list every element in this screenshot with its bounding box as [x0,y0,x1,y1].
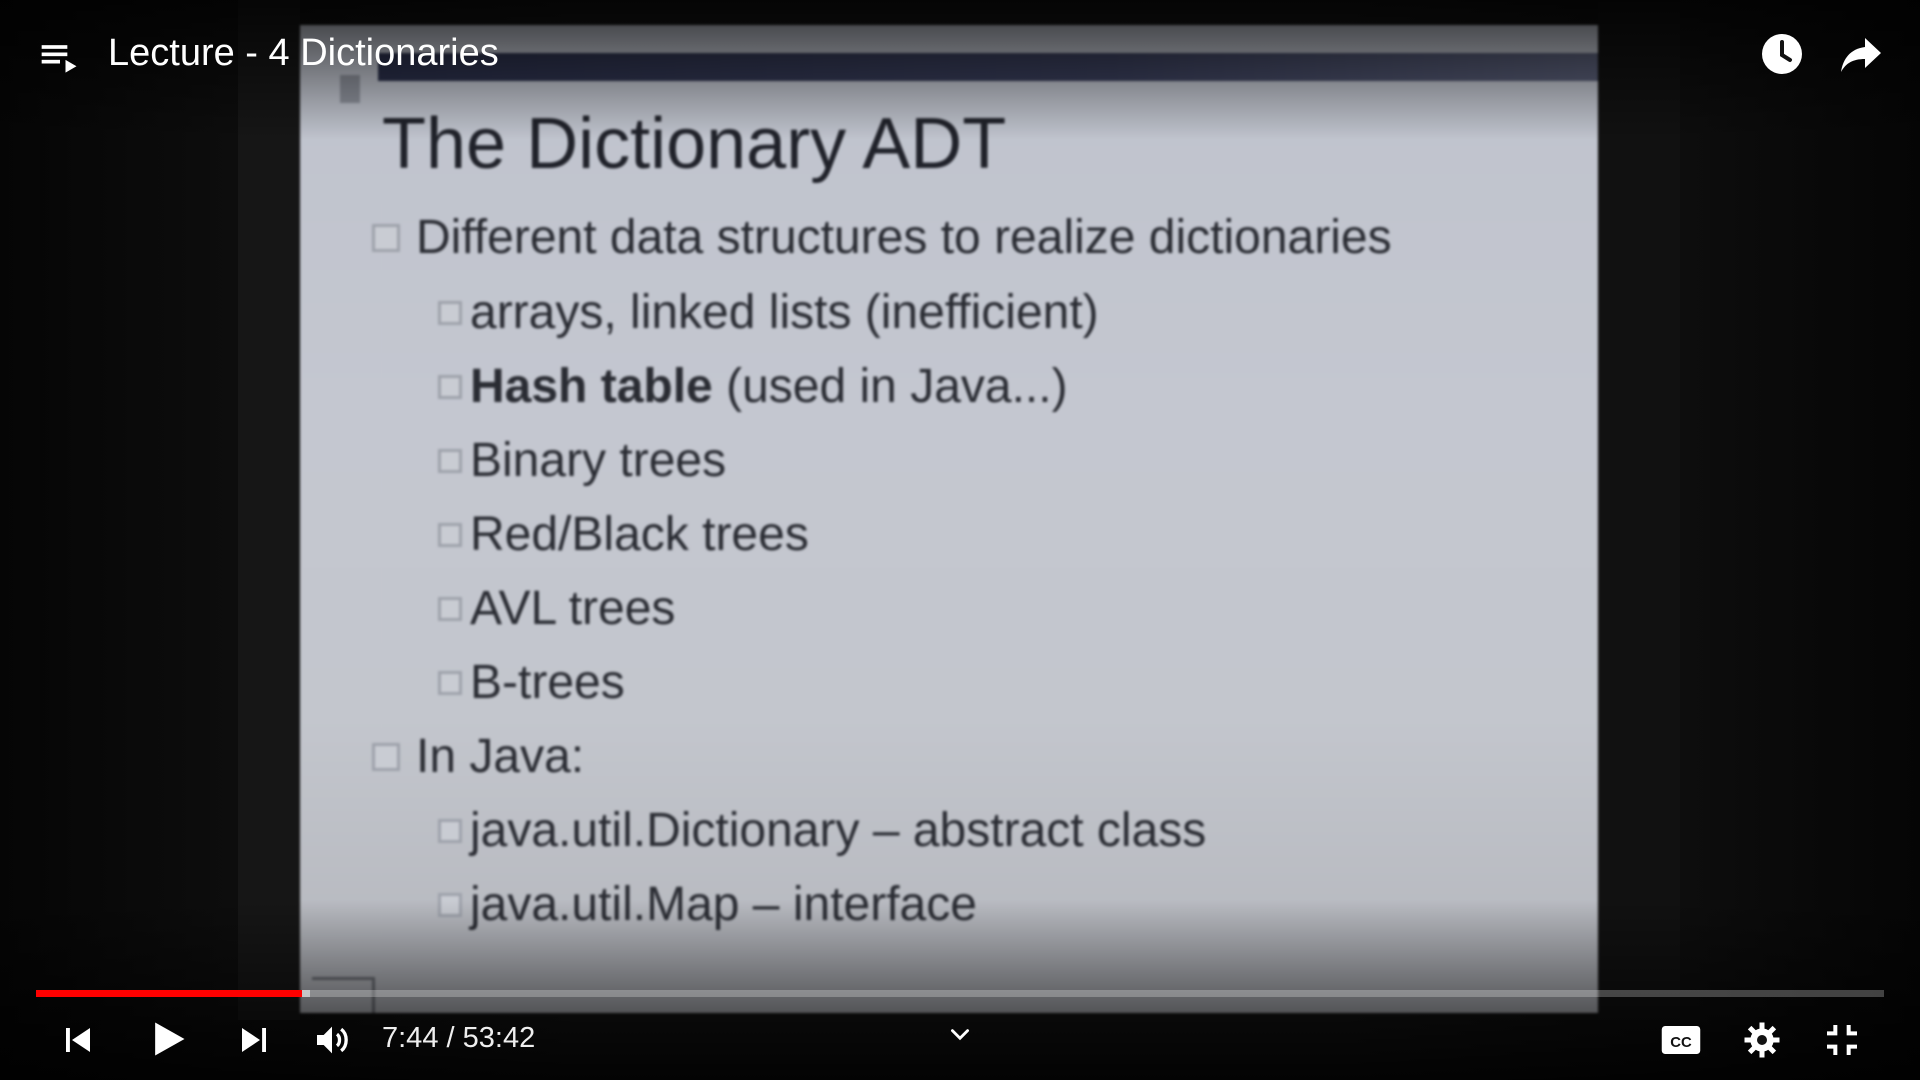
settings-button[interactable] [1742,1020,1782,1060]
current-time: 7:44 [382,1022,439,1054]
playlist-button[interactable] [38,36,82,80]
playlist-icon [41,45,77,73]
cc-icon: CC [1661,1026,1701,1054]
time-separator: / [438,1022,463,1054]
share-button[interactable] [1836,30,1886,78]
slide-bullet: Different data structures to realize dic… [372,210,1392,265]
volume-icon [317,1026,348,1054]
video-title[interactable]: Lecture - 4 Dictionaries [108,32,499,75]
clock-icon [1762,34,1802,74]
bullet-text: Red/Black trees [470,508,809,561]
play-icon [155,1022,185,1056]
lecture-slide: The Dictionary ADT Different data struct… [300,25,1598,1013]
bullet-text: java.util.Dictionary – abstract class [470,804,1207,857]
progress-played [36,990,303,997]
svg-text:CC: CC [1670,1035,1692,1051]
progress-bar[interactable] [36,990,1884,997]
skip-previous-icon [66,1028,90,1052]
time-display: 7:44 / 53:42 [382,1022,535,1055]
chevron-down-icon [951,1029,969,1041]
slide-sub-bullet: java.util.Dictionary – abstract class [438,803,1206,858]
previous-button[interactable] [60,1022,96,1058]
slide-sub-bullet: B-trees [438,655,625,710]
bullet-text: (used in Java...) [712,360,1068,413]
bullet-square-icon [438,448,462,473]
bullet-text: Binary trees [470,434,727,487]
bullet-square-icon [372,742,400,771]
next-button[interactable] [236,1022,272,1058]
bullet-square-icon [438,818,462,843]
bullet-text: In Java: [416,730,585,783]
bullet-text: Different data structures to realize dic… [416,211,1392,264]
captions-button[interactable]: CC [1660,1022,1702,1058]
bullet-text: B-trees [470,656,625,709]
bullet-bold-text: Hash table [470,360,713,413]
video-player[interactable]: The Dictionary ADT Different data struct… [0,0,1920,1080]
bullet-square-icon [438,670,462,695]
slide-sub-bullet: arrays, linked lists (inefficient) [438,285,1099,340]
slide-bullet: In Java: [372,729,584,784]
exit-fullscreen-icon [1827,1025,1857,1055]
bullet-text: AVL trees [470,582,676,635]
slide-sub-bullet: Red/Black trees [438,507,809,562]
slide-sub-bullet: AVL trees [438,581,675,636]
slide-sub-bullet: Binary trees [438,433,726,488]
slide-sub-bullet: Hash table (used in Java...) [438,359,1068,414]
bullet-square-icon [438,300,462,325]
exit-fullscreen-button[interactable] [1822,1020,1862,1060]
bullet-text: arrays, linked lists (inefficient) [470,286,1099,339]
play-button[interactable] [146,1016,190,1062]
bullet-square-icon [372,223,400,252]
volume-button[interactable] [312,1020,352,1060]
duration: 53:42 [462,1022,536,1054]
expand-button[interactable] [944,1022,976,1048]
bullet-square-icon [438,522,462,547]
gear-icon [1744,1022,1780,1058]
share-icon [1841,38,1881,72]
video-frame-edge-left [238,0,300,1020]
video-frame-edge-right [1598,0,1680,1020]
watch-later-button[interactable] [1758,30,1806,78]
bullet-square-icon [438,596,462,621]
skip-next-icon [242,1028,266,1052]
bullet-square-icon [438,374,462,399]
